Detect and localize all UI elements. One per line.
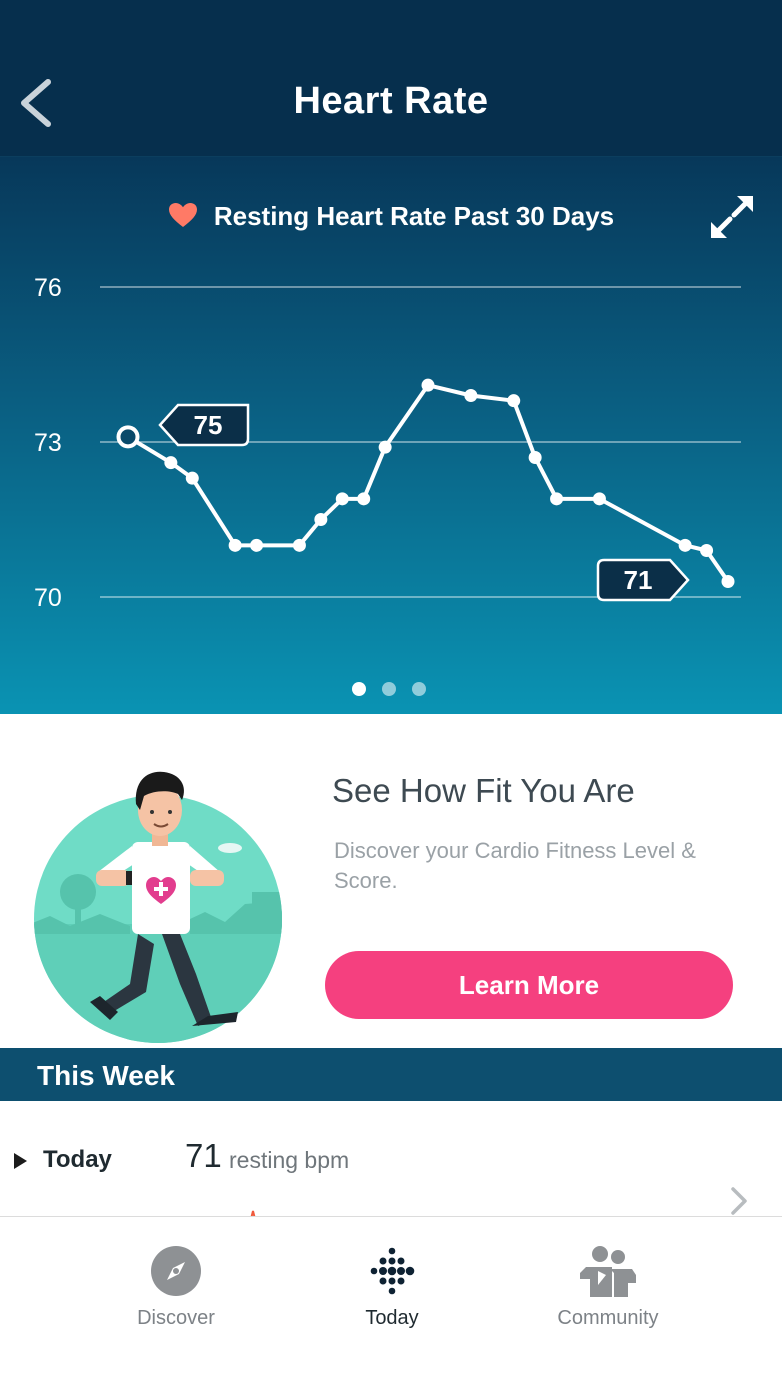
resting-heart-rate-chart: 70 73 76 75 71 [34,274,741,612]
data-point[interactable] [721,575,735,588]
value-callout: 75 [158,403,250,447]
callout-label: 75 [194,410,223,440]
chart-heading-label: Resting Heart Rate Past 30 Days [213,201,615,231]
app-header: Heart Rate [0,0,782,157]
data-point[interactable] [228,538,242,552]
learn-more-button[interactable]: Learn More [325,951,733,1019]
data-point[interactable] [528,451,542,464]
compass-icon [151,1246,201,1296]
chart-heading: Resting Heart Rate Past 30 Days [0,201,782,232]
page-dot-3[interactable] [412,682,426,696]
y-tick-label: 70 [34,584,62,612]
cardio-fitness-promo: See How Fit You Are Discover your Cardio… [0,714,782,1048]
data-point[interactable] [185,471,199,485]
promo-description: Discover your Cardio Fitness Level & Sco… [334,838,696,893]
data-point[interactable] [335,492,349,506]
today-label: Today [43,1146,112,1173]
fitbit-dots-icon [370,1247,415,1295]
data-point[interactable] [292,538,306,552]
chart-page-indicator[interactable] [352,682,426,696]
today-unit: resting bpm [229,1147,350,1173]
nav-today-label: Today [365,1307,419,1329]
page-dot-1[interactable] [352,682,366,696]
data-point[interactable] [507,394,521,408]
expand-button[interactable] [708,193,756,241]
y-tick-label: 73 [34,429,62,457]
nav-discover[interactable]: Discover [76,1217,276,1357]
today-row[interactable]: Today 71 resting bpm [0,1101,782,1219]
runner-illustration [34,771,282,1043]
this-week-heading: This Week [0,1048,782,1101]
resting-heart-rate-chart-panel[interactable]: 70 73 76 75 71 Resting Heart Rate Past 30 D… [0,157,782,714]
today-value: 71 [185,1137,222,1174]
value-callout: 71 [596,558,690,602]
data-point[interactable] [592,492,606,506]
data-point[interactable] [700,544,714,557]
heart-icon [168,203,197,227]
data-point[interactable] [678,538,692,552]
bottom-navigation: Discover Today Community [0,1216,782,1390]
data-point[interactable] [464,389,478,402]
data-point[interactable] [164,456,178,470]
callout-label: 71 [624,565,653,595]
nav-today[interactable]: Today [292,1217,492,1357]
nav-discover-label: Discover [137,1307,215,1329]
page-title: Heart Rate [293,80,489,122]
data-point[interactable] [421,378,435,392]
data-point[interactable] [314,513,328,526]
expand-arrows-icon [711,196,753,238]
y-tick-label: 76 [34,274,62,302]
nav-community[interactable]: Community [508,1217,708,1357]
page-dot-2[interactable] [382,682,396,696]
data-point[interactable] [250,538,264,552]
data-point[interactable] [378,440,392,454]
community-icon [580,1246,636,1297]
nav-community-label: Community [557,1307,659,1329]
data-point-start[interactable] [116,425,140,449]
chevron-right-icon [731,1187,747,1215]
promo-title: See How Fit You Are [332,772,635,809]
disclosure-triangle-icon [14,1153,27,1169]
data-point[interactable] [550,492,564,506]
data-point[interactable] [357,492,371,506]
